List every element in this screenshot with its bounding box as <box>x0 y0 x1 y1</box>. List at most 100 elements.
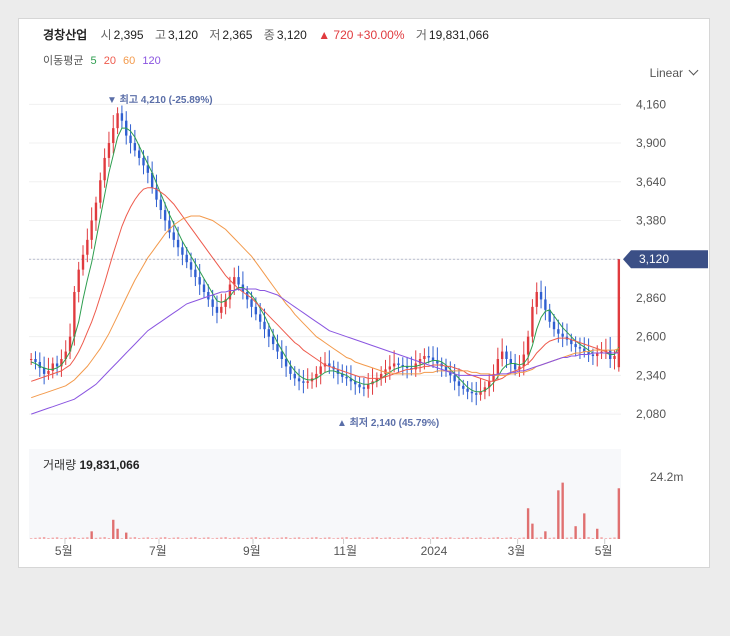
candle-body <box>557 329 560 334</box>
candle-body <box>306 381 309 383</box>
volume-bar <box>332 538 335 539</box>
candle-body <box>47 370 50 374</box>
volume-bar <box>194 537 197 539</box>
candle-body <box>250 299 253 307</box>
candle-body <box>526 336 530 355</box>
candle-body <box>297 378 301 382</box>
candle-body <box>237 277 240 285</box>
candle-body <box>116 113 119 129</box>
volume-bar <box>237 537 240 539</box>
candle-body <box>509 359 512 364</box>
candle-body <box>29 359 33 360</box>
volume-bar <box>488 537 491 539</box>
volume-bar <box>77 538 80 539</box>
volume-bar <box>176 537 180 539</box>
volume-bar <box>539 537 543 539</box>
volume-bar <box>492 537 495 539</box>
x-tick-label: 3월 <box>508 544 526 558</box>
volume-bar <box>241 538 245 539</box>
candle-body <box>77 269 80 292</box>
volume-bar <box>518 537 521 539</box>
volume-panel-title: 거래량 19,831,066 <box>43 456 140 473</box>
candle-body <box>163 210 167 221</box>
volume-bar <box>254 537 258 539</box>
candle-body <box>263 321 266 330</box>
candle-body <box>215 306 219 313</box>
volume-bar <box>475 537 478 539</box>
volume-panel-value: 19,831,066 <box>79 458 140 472</box>
min-annotation: ▲ 최저 2,140 (45.79%) <box>337 416 439 429</box>
volume-bar <box>457 537 461 539</box>
y-tick-label: 2,600 <box>636 330 666 344</box>
volume-bar <box>526 508 530 539</box>
volume-bar <box>609 537 612 539</box>
volume-bar <box>362 538 366 539</box>
volume-bar <box>112 519 115 539</box>
candle-body <box>198 277 201 285</box>
candle-body <box>591 354 595 357</box>
volume-bar <box>38 537 41 539</box>
volume-bar <box>284 537 288 539</box>
candle-body <box>133 143 137 151</box>
candle-body <box>302 381 305 383</box>
volume-bar <box>60 538 63 539</box>
volume-bar <box>29 538 33 539</box>
candle-body <box>34 359 37 362</box>
volume-bar <box>120 538 124 539</box>
volume-bar <box>271 538 275 539</box>
volume-bar <box>375 537 379 539</box>
candle-body <box>561 333 564 337</box>
candle-body <box>362 387 366 389</box>
volume-axis-label: 24.2m <box>650 470 683 484</box>
candle-body <box>220 306 223 313</box>
candle-body <box>397 363 400 365</box>
volume-bar <box>51 537 54 539</box>
candle-body <box>276 344 279 352</box>
volume-bar <box>55 537 59 539</box>
volume-bar <box>349 538 353 539</box>
candle-body <box>280 351 283 359</box>
volume-bar <box>73 537 76 539</box>
volume-bar <box>591 538 595 539</box>
volume-bar <box>358 537 361 539</box>
volume-bar <box>142 537 145 539</box>
candle-body <box>367 384 370 389</box>
candle-body <box>522 354 525 367</box>
volume-bar <box>379 538 383 539</box>
candle-body <box>181 247 184 255</box>
volume-bar <box>570 537 573 539</box>
candle-body <box>617 259 621 368</box>
volume-bar <box>293 537 296 539</box>
volume-bar <box>258 538 262 539</box>
volume-bar <box>168 538 171 539</box>
candle-body <box>345 376 348 379</box>
volume-bar <box>431 537 435 539</box>
volume-bar <box>129 537 132 539</box>
candle-body <box>513 363 517 370</box>
volume-bar <box>440 538 443 539</box>
volume-bar <box>505 537 508 539</box>
volume-bar <box>306 537 309 539</box>
candle-body <box>500 351 504 359</box>
candle-body <box>423 356 426 359</box>
candlestick-chart: 4,160 3,900 3,640 3,380 3,120 2,860 2,600 2,340… <box>29 93 708 558</box>
volume-bar <box>604 538 608 539</box>
volume-bar <box>133 537 137 539</box>
volume-bar <box>587 537 590 539</box>
volume-bar <box>617 488 621 539</box>
candle-body <box>142 157 145 166</box>
volume-bar <box>384 537 387 539</box>
candle-body <box>99 180 102 203</box>
volume-bar <box>401 537 404 539</box>
volume-bar <box>535 537 538 539</box>
volume-bar <box>125 532 128 539</box>
volume-bar <box>470 538 474 539</box>
volume-bar <box>392 538 396 539</box>
candle-body <box>578 347 582 349</box>
candle-body <box>42 367 46 374</box>
volume-bar <box>405 537 409 539</box>
volume-bar <box>146 537 150 539</box>
volume-bar <box>496 537 500 539</box>
volume-bar <box>613 537 616 539</box>
volume-bar <box>414 537 417 539</box>
